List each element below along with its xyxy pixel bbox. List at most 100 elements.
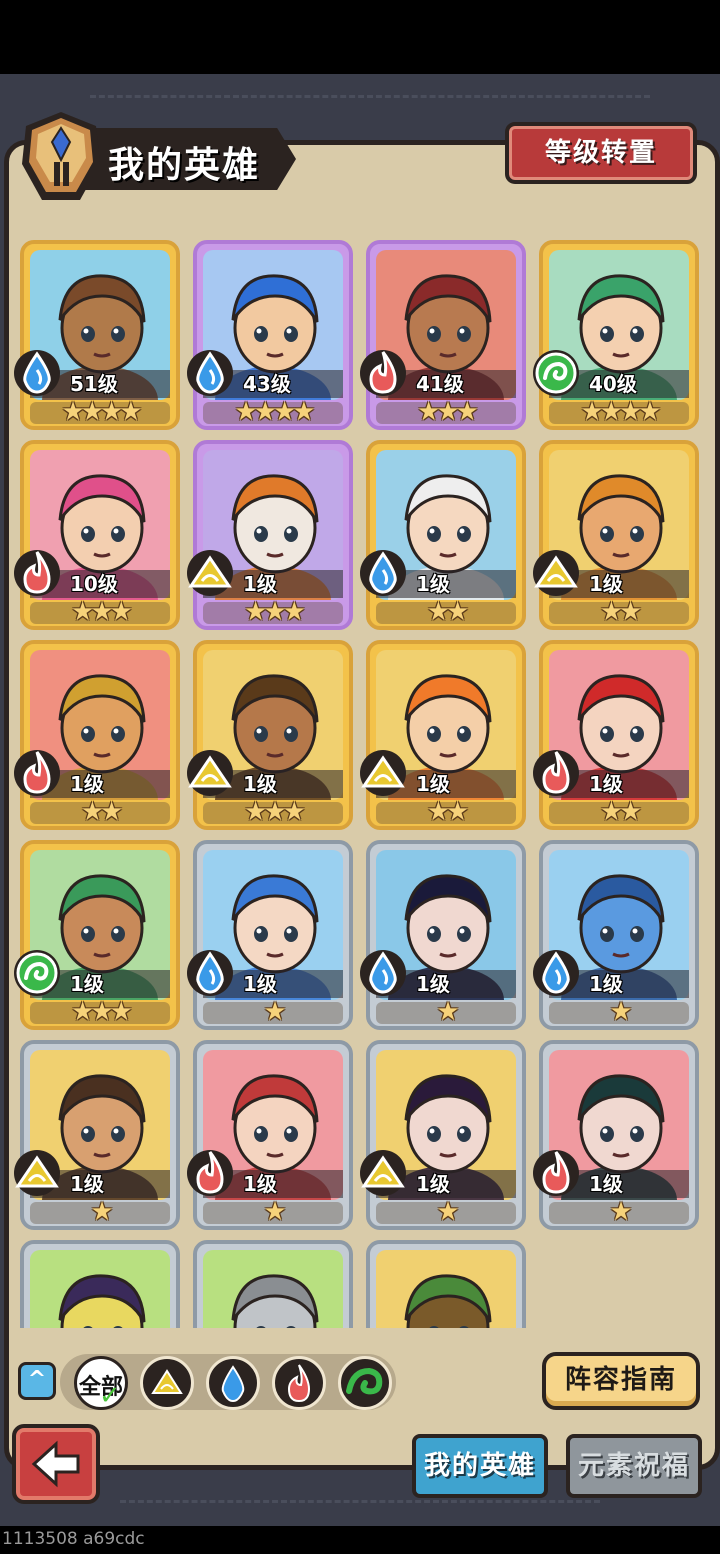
water-element-icon (185, 948, 235, 998)
hero-card[interactable]: 41级 ★★★ (366, 240, 526, 430)
hero-card[interactable] (366, 1240, 526, 1328)
debug-text: 1113508 a69cdc (2, 1529, 145, 1549)
arrow-left-icon (31, 1440, 80, 1488)
tab-my-heroes[interactable]: 我的英雄 (412, 1434, 548, 1498)
hero-card[interactable]: 10级 ★★★ (20, 440, 180, 630)
hero-stars: ★★★ (71, 997, 133, 1027)
hero-stars: ★★★ (71, 597, 133, 627)
hero-level: 40级 (589, 372, 637, 396)
hero-stars: ★★ (80, 797, 124, 827)
hero-stars: ★ (609, 1197, 632, 1227)
water-element-icon (358, 948, 408, 998)
hero-card[interactable]: 51级 ★★★★ (20, 240, 180, 430)
hero-stars: ★ (436, 997, 459, 1027)
hero-card[interactable]: 1级 ★ (539, 840, 699, 1030)
hero-stars: ★ (609, 997, 632, 1027)
water-element-icon (185, 348, 235, 398)
hero-level: 1级 (416, 1172, 450, 1196)
check-icon: ✓ (99, 1381, 121, 1411)
helmet-icon (16, 108, 106, 204)
back-button[interactable] (12, 1424, 100, 1504)
hero-level: 1级 (416, 972, 450, 996)
hero-card[interactable]: 1级 ★★ (539, 440, 699, 630)
hero-stars: ★ (436, 1197, 459, 1227)
water-element-icon (358, 548, 408, 598)
hero-stars: ★★ (599, 797, 643, 827)
tab-element-blessing[interactable]: 元素祝福 (566, 1434, 702, 1498)
hero-card[interactable]: 43级 ★★★★ (193, 240, 353, 430)
hero-card[interactable]: 1级 ★ (193, 1040, 353, 1230)
filter-wind-button[interactable] (338, 1356, 392, 1410)
hero-level: 1级 (589, 772, 623, 796)
hero-stars: ★★★ (417, 397, 479, 427)
hero-level: 1级 (243, 972, 277, 996)
hero-level: 1级 (243, 572, 277, 596)
earth-element-icon (358, 748, 408, 798)
hero-portrait (203, 1250, 343, 1328)
fire-element-icon (531, 748, 581, 798)
wind-element-icon (12, 948, 62, 998)
fire-element-icon (12, 748, 62, 798)
hero-stars: ★★★ (244, 797, 306, 827)
fire-element-icon (12, 548, 62, 598)
status-bar (0, 0, 720, 74)
earth-element-icon (151, 1369, 183, 1394)
water-element-icon (531, 948, 581, 998)
hero-level: 1级 (416, 572, 450, 596)
hero-stars: ★★ (599, 597, 643, 627)
filter-all-button[interactable]: 全部 ✓ (74, 1356, 128, 1411)
hero-card[interactable]: 1级 ★ (193, 840, 353, 1030)
filter-water-button[interactable] (206, 1356, 260, 1410)
decorative-border-top (90, 95, 650, 119)
hero-stars: ★★★★ (234, 397, 315, 427)
fire-element-icon (358, 348, 408, 398)
water-element-icon (12, 348, 62, 398)
hero-level: 43级 (243, 372, 291, 396)
hero-card[interactable] (20, 1240, 180, 1328)
hero-level: 1级 (243, 1172, 277, 1196)
hero-level: 1级 (70, 972, 104, 996)
earth-element-icon (185, 748, 235, 798)
hero-stars: ★ (90, 1197, 113, 1227)
hero-card[interactable]: 1级 ★ (539, 1040, 699, 1230)
debug-overlay: 1113508 a69cdc (0, 1526, 720, 1554)
hero-level: 10级 (70, 572, 118, 596)
hero-level: 41级 (416, 372, 464, 396)
hero-level: 51级 (70, 372, 118, 396)
hero-stars: ★ (263, 997, 286, 1027)
page-title: 我的英雄 (108, 145, 261, 186)
hero-card[interactable]: 1级 ★ (366, 1040, 526, 1230)
hero-stars: ★★★★ (61, 397, 142, 427)
fire-element-icon (531, 1148, 581, 1198)
filter-fire-button[interactable] (272, 1356, 326, 1410)
hero-grid: 51级 ★★★★ 43级 ★★★★ 41级 ★★★ 40级 ★★★★ 10级 ★★★ 1级 ★★★ 1级… (0, 230, 720, 1328)
hero-level: 1级 (589, 972, 623, 996)
hero-card[interactable]: 1级 ★★★ (193, 640, 353, 830)
hero-card[interactable]: 1级 ★★ (366, 640, 526, 830)
hero-level: 1级 (70, 1172, 104, 1196)
hero-card[interactable]: 1级 ★ (366, 840, 526, 1030)
hero-level: 1级 (589, 1172, 623, 1196)
level-transfer-button[interactable]: 等级转置 (505, 122, 697, 184)
hero-card[interactable]: 1级 ★★★ (20, 840, 180, 1030)
earth-element-icon (12, 1148, 62, 1198)
lineup-guide-button[interactable]: 阵容指南 (542, 1352, 700, 1410)
hero-card[interactable]: 1级 ★★ (366, 440, 526, 630)
hero-level: 1级 (70, 772, 104, 796)
hero-card[interactable] (193, 1240, 353, 1328)
hero-card[interactable]: 1级 ★ (20, 1040, 180, 1230)
decorative-border-bottom (120, 1500, 600, 1503)
hero-portrait (30, 1250, 170, 1328)
hero-card[interactable]: 1级 ★★ (20, 640, 180, 830)
wind-element-icon (531, 348, 581, 398)
hero-card[interactable]: 1级 ★★★ (193, 440, 353, 630)
water-element-icon (221, 1365, 245, 1403)
fire-element-icon (185, 1148, 235, 1198)
hero-card[interactable]: 1级 ★★ (539, 640, 699, 830)
filter-earth-button[interactable] (140, 1356, 194, 1410)
collapse-filter-button[interactable]: ^ (18, 1362, 56, 1400)
hero-portrait (376, 1250, 516, 1328)
hero-card[interactable]: 40级 ★★★★ (539, 240, 699, 430)
earth-element-icon (358, 1148, 408, 1198)
earth-element-icon (185, 548, 235, 598)
